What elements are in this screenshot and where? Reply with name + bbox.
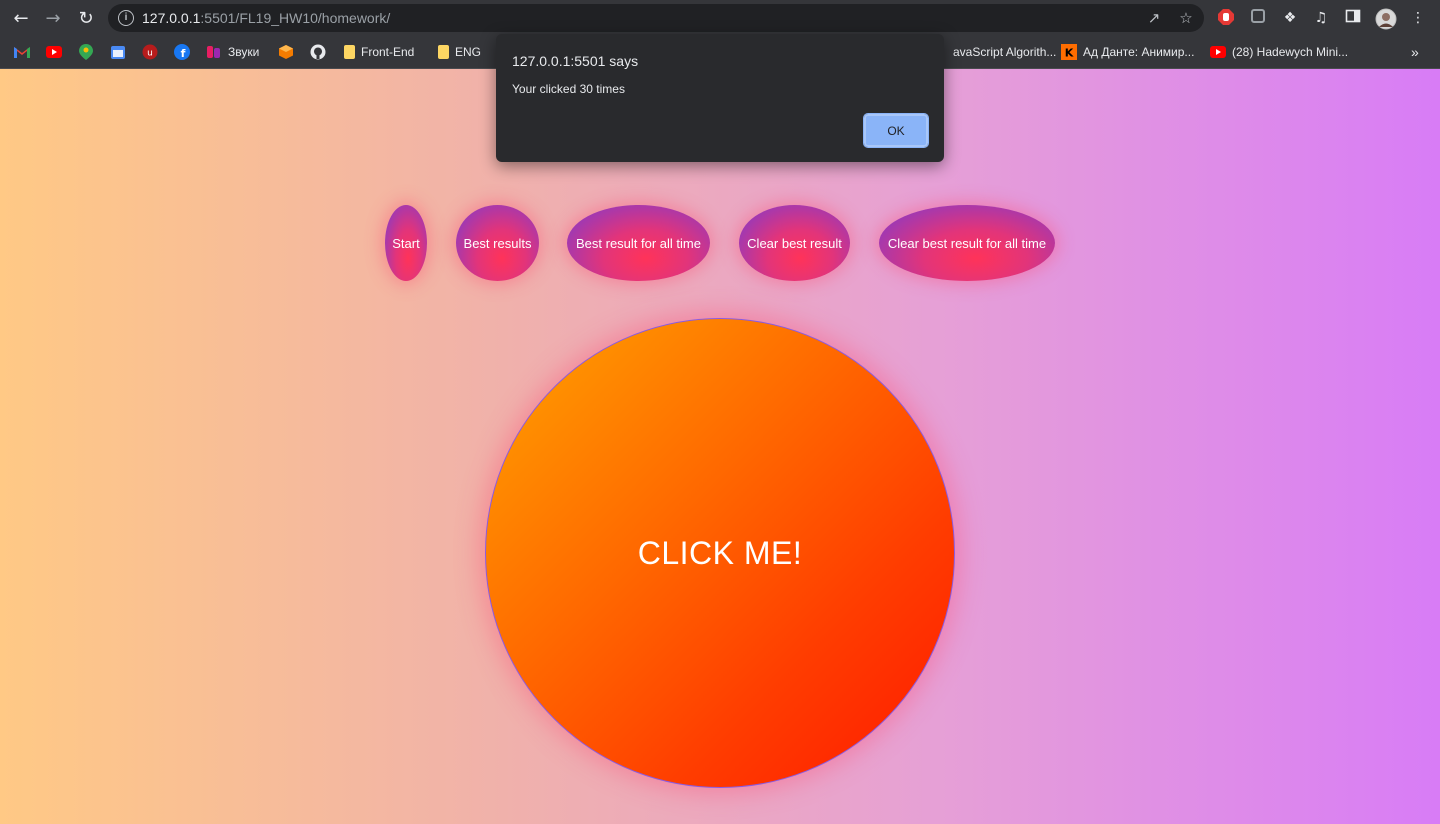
best-result-all-time-button[interactable]: Best result for all time: [567, 205, 710, 281]
bookmark-maps[interactable]: [79, 42, 99, 62]
best-results-button[interactable]: Best results: [456, 205, 539, 281]
folder-icon: [438, 45, 449, 59]
svg-text:u: u: [147, 49, 153, 59]
side-panel-glyph: [1345, 9, 1361, 23]
bookmark-gmail[interactable]: [14, 42, 36, 62]
bookmark-calendar[interactable]: [110, 42, 132, 62]
start-button[interactable]: Start: [385, 205, 427, 281]
bookmark-eng[interactable]: ENG: [438, 42, 481, 62]
bookmark-label: Звуки: [228, 45, 260, 59]
bookmark-facebook[interactable]: f: [174, 42, 196, 62]
calendar-icon: [111, 46, 125, 59]
page-content: Start Best results Best result for all t…: [0, 69, 1440, 824]
info-icon[interactable]: i: [118, 10, 134, 26]
url-text[interactable]: 127.0.0.1:5501/FL19_HW10/homework/: [142, 10, 390, 26]
shield-icon: u: [142, 44, 158, 60]
svg-text:K: K: [1065, 47, 1074, 60]
square-icon: [1251, 9, 1265, 23]
media-control-icon[interactable]: ♫: [1311, 8, 1331, 28]
youtube-icon: [1210, 46, 1226, 58]
bookmark-ublock[interactable]: u: [142, 42, 164, 62]
puzzle-icon[interactable]: ❖: [1280, 8, 1300, 28]
url-host: 127.0.0.1: [142, 10, 201, 26]
folder-icon: [344, 45, 355, 59]
clear-best-result-button[interactable]: Clear best result: [739, 205, 850, 281]
bookmark-js-algorithms[interactable]: avaScript Algorith...: [953, 42, 1056, 62]
bookmark-front-end[interactable]: Front-End: [344, 42, 414, 62]
maps-pin-icon: [79, 44, 93, 60]
clear-best-result-all-time-button[interactable]: Clear best result for all time: [879, 205, 1055, 281]
avatar-icon: [1375, 8, 1397, 30]
side-panel-icon[interactable]: [1343, 8, 1363, 28]
browser-toolbar: ← → ↻ i 127.0.0.1:5501/FL19_HW10/homewor…: [0, 0, 1440, 36]
share-icon[interactable]: ↗: [1144, 8, 1164, 28]
sounds-icon: [207, 46, 220, 58]
bookmark-label: Ад Данте: Анимир...: [1083, 45, 1195, 59]
bookmark-sounds[interactable]: Звуки: [206, 42, 259, 62]
bookmark-label: Front-End: [361, 45, 415, 59]
click-me-button[interactable]: CLICK ME!: [485, 318, 955, 788]
kinopoisk-icon: K: [1061, 44, 1077, 60]
github-icon: [310, 44, 326, 60]
click-me-label: CLICK ME!: [637, 534, 803, 571]
cube-icon: [279, 45, 293, 59]
kebab-menu-icon[interactable]: ⋮: [1408, 8, 1428, 28]
alert-dialog: 127.0.0.1:5501 says Your clicked 30 time…: [496, 34, 944, 162]
control-buttons: Start Best results Best result for all t…: [0, 205, 1440, 281]
reload-icon[interactable]: ↻: [74, 6, 98, 30]
bookmarks-overflow-chevron-icon[interactable]: »: [1411, 42, 1419, 62]
gmail-icon: [14, 47, 30, 58]
facebook-icon: f: [174, 44, 190, 60]
profile-avatar[interactable]: [1375, 8, 1397, 30]
address-bar[interactable]: i 127.0.0.1:5501/FL19_HW10/homework/ ↗ ☆: [108, 4, 1204, 32]
bookmark-dante[interactable]: K Ад Данте: Анимир...: [1061, 42, 1194, 62]
bookmark-label: avaScript Algorith...: [953, 45, 1057, 59]
alert-title: 127.0.0.1:5501 says: [512, 53, 639, 69]
ok-button[interactable]: OK: [863, 113, 929, 148]
square-extension-icon[interactable]: [1248, 8, 1268, 28]
url-path: :5501/FL19_HW10/homework/: [200, 10, 391, 26]
adblock-extension-icon[interactable]: [1216, 8, 1236, 28]
bookmark-label: (28) Hadewych Mini...: [1232, 45, 1349, 59]
stop-hand-icon: [1218, 9, 1234, 25]
bookmark-hadewych[interactable]: (28) Hadewych Mini...: [1210, 42, 1348, 62]
forward-icon[interactable]: →: [41, 6, 65, 30]
bookmark-box[interactable]: [278, 42, 300, 62]
bookmark-youtube[interactable]: [46, 42, 68, 62]
youtube-icon: [46, 46, 62, 58]
back-icon[interactable]: ←: [9, 6, 33, 30]
star-icon[interactable]: ☆: [1176, 8, 1196, 28]
svg-text:f: f: [181, 47, 186, 60]
alert-message: Your clicked 30 times: [512, 82, 625, 96]
bookmark-github[interactable]: [310, 42, 332, 62]
bookmark-label: ENG: [455, 45, 482, 59]
